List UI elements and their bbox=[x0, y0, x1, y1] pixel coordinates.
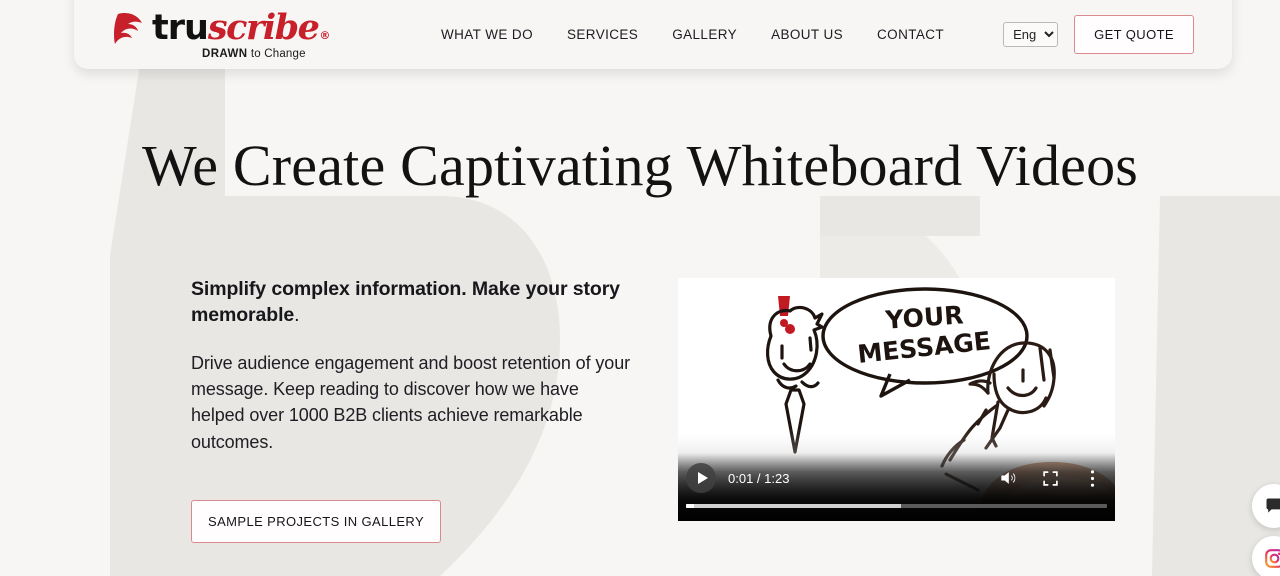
video-progress-buffered bbox=[686, 504, 901, 508]
play-triangle bbox=[697, 472, 708, 484]
logo-tagline-bold: DRAWN bbox=[202, 47, 248, 60]
truscribe-mark-icon bbox=[114, 12, 142, 44]
page-root: tru scribe ® DRAWN to Change WHAT WE DO SE… bbox=[0, 0, 1280, 576]
video-progress-bar[interactable] bbox=[686, 504, 1107, 508]
hero-text-column: Simplify complex information. Make your … bbox=[191, 276, 631, 543]
more-options-icon[interactable] bbox=[1077, 463, 1107, 493]
nav-item-gallery[interactable]: GALLERY bbox=[672, 27, 737, 42]
site-header: tru scribe ® DRAWN to Change WHAT WE DO SE… bbox=[74, 0, 1232, 69]
sample-projects-gallery-button[interactable]: SAMPLE PROJECTS IN GALLERY bbox=[191, 499, 442, 543]
logo-registered-mark: ® bbox=[319, 28, 330, 42]
get-quote-button[interactable]: GET QUOTE bbox=[1074, 15, 1194, 54]
language-select[interactable]: Eng bbox=[1003, 22, 1059, 47]
hero-video-player[interactable]: YOUR MESSAGE 0:01 / 1:23 bbox=[678, 278, 1115, 521]
main-navigation: WHAT WE DO SERVICES GALLERY ABOUT US CON… bbox=[382, 27, 1003, 42]
header-inner: tru scribe ® DRAWN to Change WHAT WE DO SE… bbox=[74, 0, 1232, 69]
video-controls-bar: 0:01 / 1:23 bbox=[678, 453, 1115, 521]
logo-row: tru scribe ® bbox=[112, 6, 330, 48]
logo-tagline: DRAWN to Change bbox=[202, 48, 306, 60]
video-controls-row: 0:01 / 1:23 bbox=[686, 461, 1107, 495]
play-icon[interactable] bbox=[686, 463, 716, 493]
logo-text-scribe: scribe bbox=[207, 6, 320, 48]
nav-item-about-us[interactable]: ABOUT US bbox=[771, 27, 843, 42]
nav-item-services[interactable]: SERVICES bbox=[567, 27, 638, 42]
chat-widget-button[interactable] bbox=[1252, 484, 1280, 528]
video-time-display: 0:01 / 1:23 bbox=[728, 470, 790, 486]
logo-text-tru: tru bbox=[152, 7, 209, 48]
instagram-widget-button[interactable] bbox=[1252, 536, 1280, 576]
nav-item-contact[interactable]: CONTACT bbox=[877, 27, 944, 42]
logo-tagline-rest: to Change bbox=[247, 47, 306, 60]
hero-body-text: Drive audience engagement and boost rete… bbox=[191, 353, 630, 452]
fullscreen-icon[interactable] bbox=[1035, 463, 1065, 493]
hero-lead-text: Simplify complex information. Make your … bbox=[191, 276, 631, 328]
instagram-icon bbox=[1264, 548, 1280, 568]
logo-wordmark: tru scribe ® bbox=[152, 6, 330, 48]
site-logo[interactable]: tru scribe ® DRAWN to Change bbox=[112, 10, 352, 60]
chat-icon bbox=[1266, 498, 1280, 513]
hero-lead-period: . bbox=[294, 304, 300, 327]
header-actions: Eng GET QUOTE bbox=[1003, 15, 1194, 54]
nav-item-what-we-do[interactable]: WHAT WE DO bbox=[441, 27, 533, 42]
page-title: We Create Captivating Whiteboard Videos bbox=[141, 133, 1139, 198]
volume-icon[interactable] bbox=[993, 463, 1023, 493]
hero-lead-bold: Simplify complex information. Make your … bbox=[191, 278, 620, 327]
video-progress-played bbox=[686, 504, 695, 508]
